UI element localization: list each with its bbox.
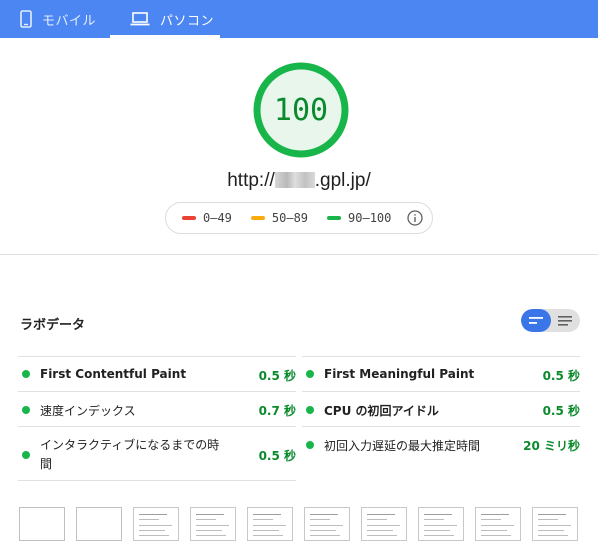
info-icon[interactable] xyxy=(407,210,423,226)
legend-item-pass: 90–100 xyxy=(327,211,391,225)
filmstrip-frame xyxy=(247,507,293,541)
filmstrip-frame xyxy=(418,507,464,541)
metric-value: 0.7 秒 xyxy=(258,404,296,418)
metric-label-line2: 間 xyxy=(40,457,53,471)
filmstrip-frame-blank xyxy=(19,507,65,541)
selected-tab-indicator xyxy=(110,35,220,38)
metric-value: 0.5 秒 xyxy=(258,449,296,463)
filmstrip-frame-blank xyxy=(76,507,122,541)
fail-bar-icon xyxy=(182,216,196,220)
metric-label: 速度インデックス xyxy=(40,404,136,418)
summary-view-button[interactable] xyxy=(521,309,551,332)
metric-label: First Meaningful Paint xyxy=(324,367,475,381)
metric-label: CPU の初回アイドル xyxy=(324,404,439,418)
filmstrip-frame xyxy=(304,507,350,541)
filmstrip-frame xyxy=(361,507,407,541)
metric-label: インタラクティブになるまでの時間 xyxy=(40,436,219,474)
score-legend: 0–49 50–89 90–100 xyxy=(165,202,433,234)
pass-dot-icon xyxy=(22,406,30,414)
tab-mobile[interactable]: モバイル xyxy=(20,0,96,38)
pass-dot-icon xyxy=(22,451,30,459)
metric-label: 初回入力遅延の最大推定時間 xyxy=(324,439,481,453)
metric-time-to-interactive: インタラクティブになるまでの時間 0.5 秒 xyxy=(18,426,296,481)
filmstrip-frame xyxy=(190,507,236,541)
performance-score-gauge: 100 xyxy=(253,62,349,158)
legend-range-pass: 90–100 xyxy=(348,211,392,225)
metric-value: 0.5 秒 xyxy=(258,369,296,383)
performance-score: 100 xyxy=(273,92,329,128)
laptop-icon xyxy=(130,12,150,26)
metric-first-contentful-paint: First Contentful Paint 0.5 秒 xyxy=(18,356,296,391)
pass-bar-icon xyxy=(327,216,342,220)
device-tab-bar: モバイル パソコン xyxy=(0,0,598,38)
smartphone-icon xyxy=(20,10,32,28)
filmstrip-frame xyxy=(133,507,179,541)
detail-lines-icon xyxy=(558,315,573,326)
lab-data-title: ラボデータ xyxy=(20,318,86,333)
metric-label-line1: インタラクティブになるまでの時 xyxy=(40,438,220,452)
legend-item-fail: 0–49 xyxy=(182,211,232,225)
average-bar-icon xyxy=(250,216,265,220)
pass-dot-icon xyxy=(306,406,314,414)
legend-range-average: 50–89 xyxy=(271,211,309,225)
metric-value: 0.5 秒 xyxy=(542,404,580,418)
detail-view-button[interactable] xyxy=(551,309,581,332)
metric-speed-index: 速度インデックス 0.7 秒 xyxy=(18,391,296,426)
tab-mobile-label: モバイル xyxy=(42,13,97,29)
url-suffix: .gpl.jp/ xyxy=(314,170,371,191)
metric-value: 20 ミリ秒 xyxy=(523,439,580,453)
pass-dot-icon xyxy=(22,370,30,378)
metric-value: 0.5 秒 xyxy=(542,369,580,383)
pass-dot-icon xyxy=(306,441,314,449)
metrics-view-toggle[interactable] xyxy=(521,309,580,332)
tab-desktop-label: パソコン xyxy=(160,13,215,29)
tab-desktop[interactable]: パソコン xyxy=(110,0,220,38)
metric-label: First Contentful Paint xyxy=(40,367,187,381)
metric-max-potential-fid: 初回入力遅延の最大推定時間 20 ミリ秒 xyxy=(302,426,580,461)
url-prefix: http:// xyxy=(227,170,275,191)
legend-item-average: 50–89 xyxy=(250,211,309,225)
filmstrip-frame xyxy=(532,507,578,541)
redacted-host-mask xyxy=(274,172,315,188)
metric-first-meaningful-paint: First Meaningful Paint 0.5 秒 xyxy=(302,356,580,391)
filmstrip-frame xyxy=(475,507,521,541)
section-divider xyxy=(0,254,598,255)
page-url: http:// .gpl.jp/ xyxy=(0,170,598,192)
pass-dot-icon xyxy=(306,370,314,378)
summary-lines-icon xyxy=(528,316,543,324)
legend-range-fail: 0–49 xyxy=(203,211,232,225)
metric-first-cpu-idle: CPU の初回アイドル 0.5 秒 xyxy=(302,391,580,426)
